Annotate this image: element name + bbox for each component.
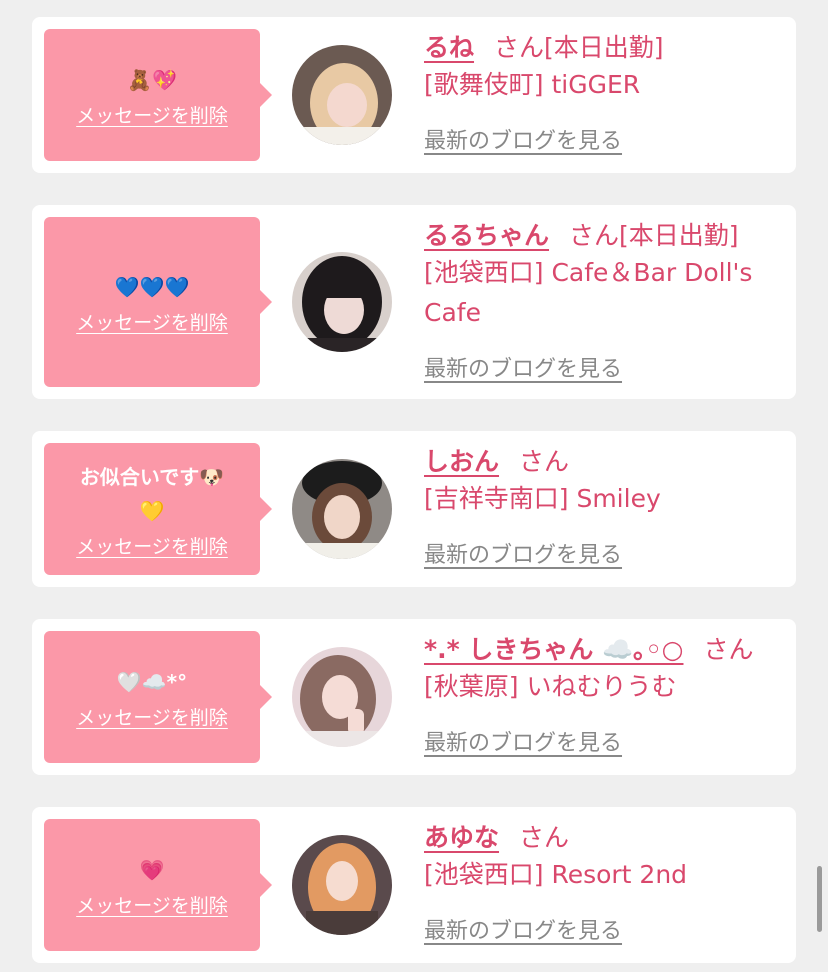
card-info: しおん さん [吉祥寺南口] Smiley 最新のブログを見る bbox=[424, 445, 776, 569]
delete-message-link[interactable]: メッセージを削除 bbox=[76, 532, 228, 559]
shop-name: [吉祥寺南口] Smiley bbox=[424, 484, 661, 513]
girl-name-link[interactable]: しおん bbox=[424, 447, 499, 476]
delete-message-link[interactable]: メッセージを削除 bbox=[76, 101, 228, 128]
card-info: *.* しきちゃん ☁️｡◦○ さん [秋葉原] いねむりうむ 最新のブログを見る bbox=[424, 633, 776, 757]
latest-blog-link[interactable]: 最新のブログを見る bbox=[424, 351, 622, 383]
girl-name-link[interactable]: るね bbox=[424, 33, 474, 62]
shop-name: [池袋西口] Cafe＆Bar Doll's Cafe bbox=[424, 258, 753, 327]
girl-name-link[interactable]: るるちゃん bbox=[424, 221, 549, 250]
message-text: 🤍☁️*° bbox=[116, 669, 188, 694]
name-suffix: さん bbox=[519, 447, 570, 476]
card-info: あゆな さん [池袋西口] Resort 2nd 最新のブログを見る bbox=[424, 821, 776, 945]
message-card: 💙💙💙 メッセージを削除 るるちゃん さん[本日出勤] [池袋西口] Cafe＆B… bbox=[32, 205, 796, 399]
shop-name: [池袋西口] Resort 2nd bbox=[424, 860, 688, 889]
shop-name: [秋葉原] いねむりうむ bbox=[424, 672, 677, 701]
delete-message-link[interactable]: メッセージを削除 bbox=[76, 703, 228, 730]
girl-name-link[interactable]: あゆな bbox=[424, 823, 499, 852]
avatar[interactable] bbox=[292, 252, 392, 352]
avatar[interactable] bbox=[292, 459, 392, 559]
card-info: るるちゃん さん[本日出勤] [池袋西口] Cafe＆Bar Doll's Caf… bbox=[424, 219, 776, 383]
message-bubble: 🤍☁️*° メッセージを削除 bbox=[44, 631, 272, 763]
message-card: 🤍☁️*° メッセージを削除 *.* しきちゃん ☁️｡◦○ さん [秋葉原] い… bbox=[32, 619, 796, 775]
message-text: 🧸💖 bbox=[127, 67, 177, 92]
message-bubble: 💙💙💙 メッセージを削除 bbox=[44, 217, 272, 387]
avatar[interactable] bbox=[292, 45, 392, 145]
name-suffix: さん[本日出勤] bbox=[569, 221, 739, 250]
message-bubble: お似合いです🐶 💛 メッセージを削除 bbox=[44, 443, 272, 575]
message-text: お似合いです🐶 💛 bbox=[79, 464, 225, 523]
shop-name: [歌舞伎町] tiGGER bbox=[424, 70, 641, 99]
message-text: 💗 bbox=[139, 857, 165, 882]
name-suffix: さん bbox=[519, 823, 570, 852]
message-card: 🧸💖 メッセージを削除 るね さん[本日出勤] [歌舞伎町] tiGGER 最新の… bbox=[32, 17, 796, 173]
message-bubble: 💗 メッセージを削除 bbox=[44, 819, 272, 951]
avatar[interactable] bbox=[292, 835, 392, 935]
message-card: お似合いです🐶 💛 メッセージを削除 しおん さん [吉祥寺南口] Smiley … bbox=[32, 431, 796, 587]
name-suffix: さん bbox=[703, 635, 754, 664]
latest-blog-link[interactable]: 最新のブログを見る bbox=[424, 913, 622, 945]
avatar[interactable] bbox=[292, 647, 392, 747]
card-info: るね さん[本日出勤] [歌舞伎町] tiGGER 最新のブログを見る bbox=[424, 31, 776, 155]
message-bubble: 🧸💖 メッセージを削除 bbox=[44, 29, 272, 161]
scrollbar[interactable] bbox=[817, 866, 822, 932]
delete-message-link[interactable]: メッセージを削除 bbox=[76, 308, 228, 335]
latest-blog-link[interactable]: 最新のブログを見る bbox=[424, 537, 622, 569]
message-card: 💗 メッセージを削除 あゆな さん [池袋西口] Resort 2nd 最新のブロ… bbox=[32, 807, 796, 963]
name-suffix: さん[本日出勤] bbox=[494, 33, 664, 62]
latest-blog-link[interactable]: 最新のブログを見る bbox=[424, 123, 622, 155]
delete-message-link[interactable]: メッセージを削除 bbox=[76, 891, 228, 918]
latest-blog-link[interactable]: 最新のブログを見る bbox=[424, 725, 622, 757]
girl-name-link[interactable]: *.* しきちゃん ☁️｡◦○ bbox=[424, 635, 683, 664]
message-text: 💙💙💙 bbox=[114, 274, 190, 299]
